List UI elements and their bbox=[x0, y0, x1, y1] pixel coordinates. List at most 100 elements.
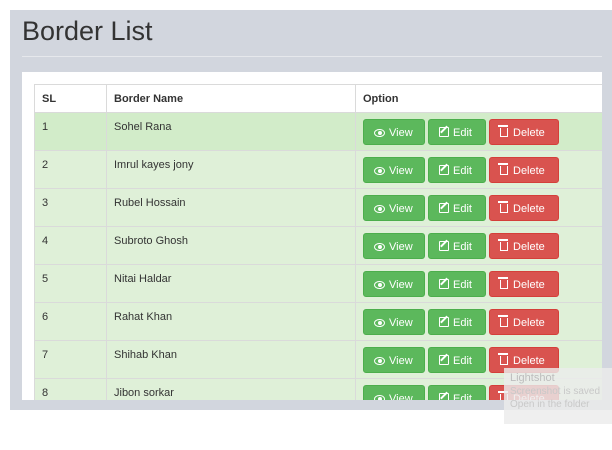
row-options: View Edit Delete bbox=[355, 264, 602, 303]
table-row: 4 Subroto Ghosh View Edit Delete bbox=[34, 226, 602, 265]
row-border-name: Shihab Khan bbox=[106, 340, 356, 379]
row-options: View Edit Delete bbox=[355, 150, 602, 189]
edit-button-label: Edit bbox=[453, 203, 472, 215]
trash-icon bbox=[498, 353, 508, 365]
trash-icon bbox=[498, 163, 508, 175]
table-row: 6 Rahat Khan View Edit Delete bbox=[34, 302, 602, 341]
view-button-label: View bbox=[389, 355, 413, 367]
table-row: 2 Imrul kayes jony View Edit Delete bbox=[34, 150, 602, 189]
edit-button[interactable]: Edit bbox=[428, 347, 486, 373]
edit-button-label: Edit bbox=[453, 127, 472, 139]
edit-icon bbox=[439, 165, 449, 175]
delete-button-label: Delete bbox=[513, 203, 545, 215]
toast-title: Lightshot bbox=[510, 372, 555, 384]
edit-button[interactable]: Edit bbox=[428, 271, 486, 297]
row-options: View Edit Delete bbox=[355, 188, 602, 227]
view-button[interactable]: View bbox=[363, 233, 425, 259]
toast-line-saved: Screenshot is saved bbox=[510, 386, 601, 397]
row-sl: 2 bbox=[34, 150, 107, 189]
view-button-label: View bbox=[389, 393, 413, 400]
table-row: 5 Nitai Haldar View Edit Delete bbox=[34, 264, 602, 303]
trash-icon bbox=[498, 201, 508, 213]
eye-icon bbox=[374, 281, 385, 289]
view-button-label: View bbox=[389, 279, 413, 291]
eye-icon bbox=[374, 357, 385, 365]
edit-icon bbox=[439, 393, 449, 400]
delete-button-label: Delete bbox=[513, 317, 545, 329]
title-divider bbox=[22, 56, 602, 57]
edit-icon bbox=[439, 241, 449, 251]
row-sl: 8 bbox=[34, 378, 107, 400]
row-border-name: Rahat Khan bbox=[106, 302, 356, 341]
eye-icon bbox=[374, 243, 385, 251]
delete-button[interactable]: Delete bbox=[489, 119, 559, 145]
delete-button[interactable]: Delete bbox=[489, 233, 559, 259]
edit-button[interactable]: Edit bbox=[428, 385, 486, 400]
edit-button[interactable]: Edit bbox=[428, 157, 486, 183]
eye-icon bbox=[374, 129, 385, 137]
view-button[interactable]: View bbox=[363, 119, 425, 145]
row-border-name: Subroto Ghosh bbox=[106, 226, 356, 265]
row-border-name: Nitai Haldar bbox=[106, 264, 356, 303]
table-body: 1 Sohel Rana View Edit Delete 2 Imrul kayes jo… bbox=[34, 112, 602, 400]
edit-button[interactable]: Edit bbox=[428, 309, 486, 335]
view-button[interactable]: View bbox=[363, 309, 425, 335]
eye-icon bbox=[374, 167, 385, 175]
view-button-label: View bbox=[389, 241, 413, 253]
edit-button-label: Edit bbox=[453, 317, 472, 329]
delete-button[interactable]: Delete bbox=[489, 157, 559, 183]
delete-button-label: Delete bbox=[513, 355, 545, 367]
edit-icon bbox=[439, 355, 449, 365]
edit-button-label: Edit bbox=[453, 393, 472, 400]
trash-icon bbox=[498, 315, 508, 327]
view-button[interactable]: View bbox=[363, 195, 425, 221]
table-header-row: SL Border Name Option bbox=[34, 84, 602, 113]
view-button-label: View bbox=[389, 317, 413, 329]
delete-button-label: Delete bbox=[513, 279, 545, 291]
edit-button[interactable]: Edit bbox=[428, 233, 486, 259]
row-border-name: Imrul kayes jony bbox=[106, 150, 356, 189]
eye-icon bbox=[374, 319, 385, 327]
row-options: View Edit Delete bbox=[355, 302, 602, 341]
delete-button-label: Delete bbox=[513, 165, 545, 177]
row-sl: 1 bbox=[34, 112, 107, 151]
view-button[interactable]: View bbox=[363, 157, 425, 183]
delete-button-label: Delete bbox=[513, 127, 545, 139]
row-sl: 6 bbox=[34, 302, 107, 341]
edit-button-label: Edit bbox=[453, 279, 472, 291]
table-row: 1 Sohel Rana View Edit Delete bbox=[34, 112, 602, 151]
header-option: Option bbox=[355, 84, 602, 113]
trash-icon bbox=[498, 125, 508, 137]
view-button[interactable]: View bbox=[363, 347, 425, 373]
view-button-label: View bbox=[389, 165, 413, 177]
row-sl: 3 bbox=[34, 188, 107, 227]
row-border-name: Sohel Rana bbox=[106, 112, 356, 151]
trash-icon bbox=[498, 277, 508, 289]
content-panel: SL Border Name Option 1 Sohel Rana View Edi… bbox=[22, 72, 602, 400]
edit-button-label: Edit bbox=[453, 355, 472, 367]
delete-button[interactable]: Delete bbox=[489, 309, 559, 335]
edit-icon bbox=[439, 203, 449, 213]
row-sl: 7 bbox=[34, 340, 107, 379]
delete-button[interactable]: Delete bbox=[489, 271, 559, 297]
row-border-name: Rubel Hossain bbox=[106, 188, 356, 227]
edit-button[interactable]: Edit bbox=[428, 119, 486, 145]
page-title: Border List bbox=[22, 16, 153, 46]
table-row: 3 Rubel Hossain View Edit Delete bbox=[34, 188, 602, 227]
row-border-name: Jibon sorkar bbox=[106, 378, 356, 400]
edit-icon bbox=[439, 317, 449, 327]
view-button[interactable]: View bbox=[363, 385, 425, 400]
view-button[interactable]: View bbox=[363, 271, 425, 297]
edit-button[interactable]: Edit bbox=[428, 195, 486, 221]
trash-icon bbox=[498, 239, 508, 251]
screenshot-toast[interactable]: Lightshot Screenshot is saved Open in th… bbox=[504, 368, 612, 424]
header-sl: SL bbox=[34, 84, 107, 113]
row-sl: 5 bbox=[34, 264, 107, 303]
delete-button-label: Delete bbox=[513, 241, 545, 253]
row-sl: 4 bbox=[34, 226, 107, 265]
eye-icon bbox=[374, 395, 385, 400]
row-options: View Edit Delete bbox=[355, 226, 602, 265]
delete-button[interactable]: Delete bbox=[489, 195, 559, 221]
border-table: SL Border Name Option 1 Sohel Rana View Edi… bbox=[34, 84, 602, 400]
toast-line-open[interactable]: Open in the folder bbox=[510, 398, 608, 411]
